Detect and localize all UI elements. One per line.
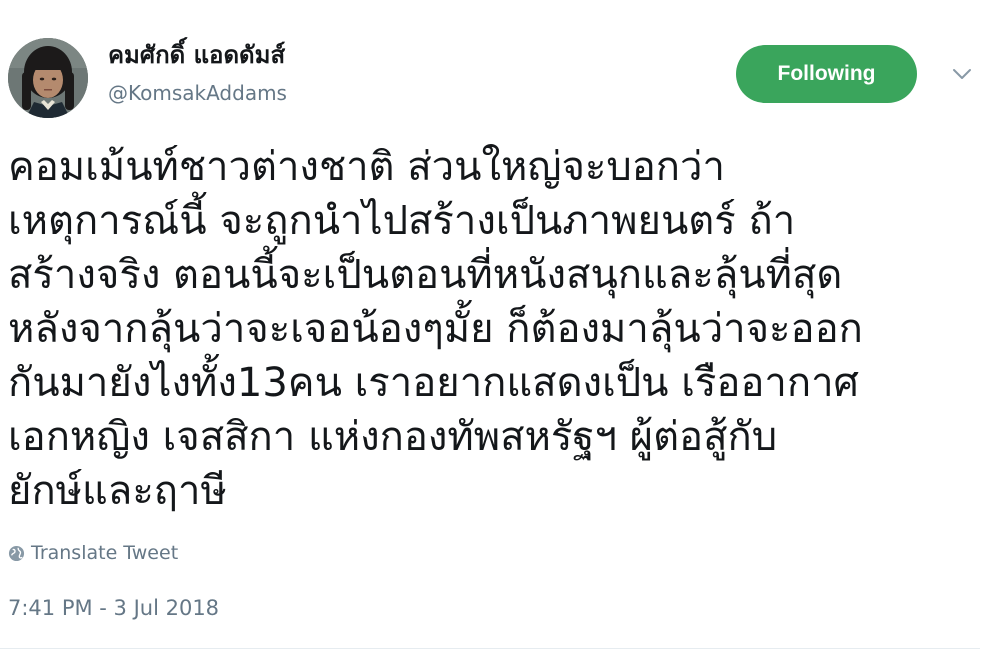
translate-tweet-link[interactable]: Translate Tweet — [8, 542, 178, 564]
author-display-name[interactable]: คมศักดิ์ แอดดัมส์ — [108, 40, 285, 70]
author-screen-name[interactable]: @KomsakAddams — [108, 80, 287, 106]
avatar-image — [8, 38, 88, 118]
tweet-menu-button[interactable] — [944, 62, 980, 86]
avatar[interactable] — [8, 38, 88, 118]
tweet-text: คอมเม้นท์ชาวต่างชาติ ส่วนใหญ่จะบอกว่า เห… — [8, 144, 863, 514]
following-button[interactable]: Following — [736, 45, 917, 103]
globe-icon — [8, 545, 25, 561]
chevron-down-icon — [953, 69, 971, 79]
tweet-timestamp[interactable]: 7:41 PM - 3 Jul 2018 — [8, 596, 219, 620]
divider — [0, 648, 980, 649]
translate-label: Translate Tweet — [31, 542, 179, 564]
tweet-card: คมศักดิ์ แอดดัมส์ @KomsakAddams Followin… — [0, 0, 1000, 652]
